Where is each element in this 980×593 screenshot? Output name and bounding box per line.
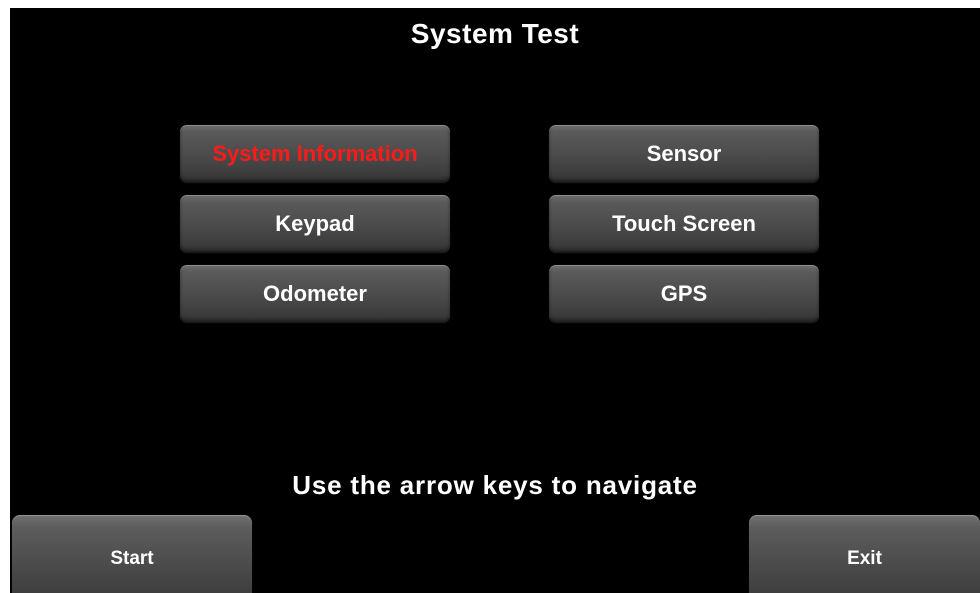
sensor-button[interactable]: Sensor xyxy=(549,125,819,183)
touch-screen-button[interactable]: Touch Screen xyxy=(549,195,819,253)
exit-button[interactable]: Exit xyxy=(749,515,980,593)
start-button[interactable]: Start xyxy=(12,515,252,593)
page-title: System Test xyxy=(410,18,580,49)
system-information-button[interactable]: System Information xyxy=(180,125,450,183)
system-test-screen: System Test System Information Sensor Ke… xyxy=(10,8,980,593)
odometer-button[interactable]: Odometer xyxy=(180,265,450,323)
gps-button[interactable]: GPS xyxy=(549,265,819,323)
keypad-button[interactable]: Keypad xyxy=(180,195,450,253)
navigation-hint: Use the arrow keys to navigate xyxy=(292,470,698,500)
